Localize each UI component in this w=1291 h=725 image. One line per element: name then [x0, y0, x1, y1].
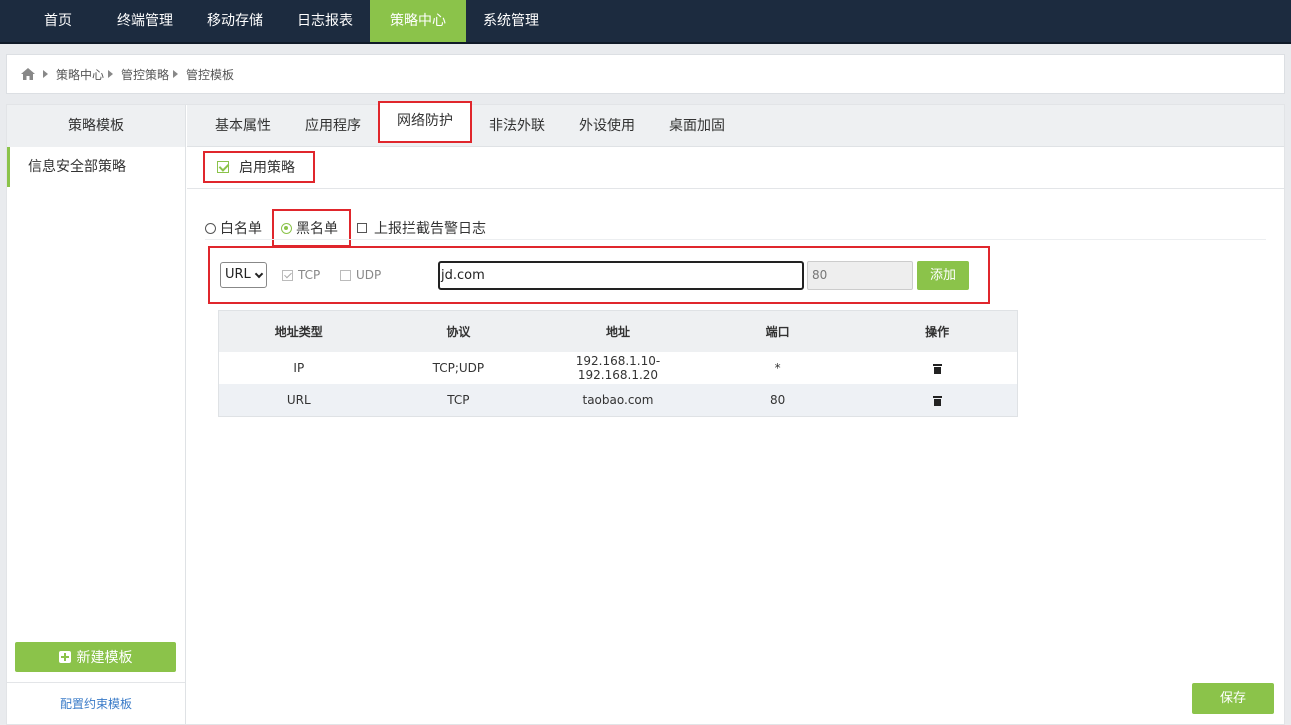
tcp-checkbox[interactable]: TCP [282, 268, 320, 282]
divider [187, 188, 1284, 189]
home-icon[interactable] [21, 68, 35, 80]
breadcrumb-control-template: 管控模板 [186, 67, 235, 82]
nav-mobile-storage[interactable]: 移动存储 [190, 0, 280, 42]
trash-icon[interactable] [932, 363, 942, 374]
address-type-value: URL [225, 267, 251, 282]
checkbox-unchecked-icon [340, 269, 351, 281]
configure-constraint-template-link[interactable]: 配置约束模板 [7, 682, 185, 724]
address-type-select[interactable]: URL [220, 262, 267, 288]
cell-action [857, 393, 1017, 407]
breadcrumb-policy-center[interactable]: 策略中心 [56, 66, 104, 83]
policy-tabs: 基本属性 应用程序 网络防护 非法外联 外设使用 桌面加固 [187, 101, 1284, 147]
top-navigation: 首页 终端管理 移动存储 日志报表 策略中心 系统管理 [0, 0, 1291, 44]
tab-basic-properties[interactable]: 基本属性 [187, 105, 288, 147]
cell-action [857, 361, 1017, 375]
tcp-label: TCP [298, 268, 321, 282]
enable-policy-label: 启用策略 [239, 160, 295, 176]
nav-terminal-management[interactable]: 终端管理 [100, 0, 190, 42]
save-button[interactable]: 保存 [1192, 683, 1274, 714]
cell-protocol: TCP;UDP [432, 361, 485, 375]
whitelist-radio[interactable] [205, 222, 216, 234]
cell-port: * [774, 361, 781, 375]
breadcrumb-separator-icon [173, 70, 179, 78]
new-template-button[interactable]: 新建模板 [15, 642, 176, 672]
udp-label: UDP [356, 268, 382, 282]
tab-desktop-hardening[interactable]: 桌面加固 [652, 105, 742, 147]
list-mode-row: 白名单 黑名单 上报拦截告警日志 [205, 209, 486, 247]
cell-port: 80 [769, 393, 786, 407]
main-panel: 策略模板 信息安全部策略 新建模板 配置约束模板 基本属性 应用程序 网络防护 … [6, 101, 1285, 725]
sidebar-title: 策略模板 [7, 105, 185, 147]
breadcrumb-separator-icon [108, 70, 114, 78]
column-header-address: 地址 [605, 325, 630, 339]
enable-policy-checkbox[interactable]: 启用策略 [203, 151, 315, 183]
whitelist-label: 白名单 [220, 221, 262, 237]
add-button[interactable]: 添加 [917, 261, 969, 290]
divider [205, 239, 1266, 240]
report-alert-log-checkbox[interactable] [357, 223, 367, 233]
new-template-label: 新建模板 [76, 650, 133, 666]
cell-address: 192.168.1.10-192.168.1.20 [575, 354, 661, 382]
column-header-address-type: 地址类型 [274, 325, 323, 339]
template-sidebar: 策略模板 信息安全部策略 新建模板 配置约束模板 [7, 105, 186, 724]
nav-home[interactable]: 首页 [0, 0, 100, 42]
tab-illegal-outreach[interactable]: 非法外联 [472, 105, 562, 147]
chevron-down-icon [254, 269, 264, 279]
plus-icon [58, 651, 71, 663]
rules-table: 地址类型 协议 地址 端口 操作 IP TCP;UDP 192.168.1.10… [218, 310, 1018, 417]
cell-address: taobao.com [582, 393, 654, 407]
tab-network-protection[interactable]: 网络防护 [378, 101, 472, 143]
sidebar-item-info-security-policy[interactable]: 信息安全部策略 [7, 147, 185, 187]
blacklist-option[interactable]: 黑名单 [272, 209, 351, 247]
checkbox-checked-icon [217, 161, 229, 173]
breadcrumb: 策略中心 管控策略 管控模板 [6, 54, 1285, 94]
table-header: 地址类型 协议 地址 端口 操作 [219, 311, 1017, 352]
blacklist-radio[interactable] [281, 222, 292, 234]
checkbox-checked-icon [282, 269, 293, 281]
breadcrumb-control-policy[interactable]: 管控策略 [121, 66, 169, 83]
rule-form: URL TCP UDP jd.com 80 添加 [208, 246, 990, 304]
nav-log-reports[interactable]: 日志报表 [280, 0, 370, 42]
trash-icon[interactable] [932, 395, 942, 406]
tab-peripheral-usage[interactable]: 外设使用 [562, 105, 652, 147]
table-row: URL TCP taobao.com 80 [219, 384, 1017, 416]
breadcrumb-separator-icon [43, 70, 48, 78]
nav-system-management[interactable]: 系统管理 [466, 0, 556, 42]
udp-checkbox[interactable]: UDP [340, 268, 381, 282]
cell-address-type: URL [286, 393, 311, 407]
column-header-protocol: 协议 [446, 325, 471, 339]
blacklist-label: 黑名单 [296, 221, 338, 237]
address-input[interactable]: jd.com [438, 261, 804, 290]
column-header-action: 操作 [925, 325, 950, 339]
cell-protocol: TCP [447, 393, 470, 407]
tab-applications[interactable]: 应用程序 [288, 105, 378, 147]
table-row: IP TCP;UDP 192.168.1.10-192.168.1.20 * [219, 352, 1017, 384]
policy-content: 基本属性 应用程序 网络防护 非法外联 外设使用 桌面加固 启用策略 白名单 黑… [187, 101, 1284, 724]
report-alert-log-label: 上报拦截告警日志 [374, 221, 486, 237]
nav-policy-center[interactable]: 策略中心 [370, 0, 466, 42]
column-header-port: 端口 [765, 325, 790, 339]
cell-address-type: IP [293, 361, 305, 375]
port-input[interactable]: 80 [807, 261, 913, 290]
